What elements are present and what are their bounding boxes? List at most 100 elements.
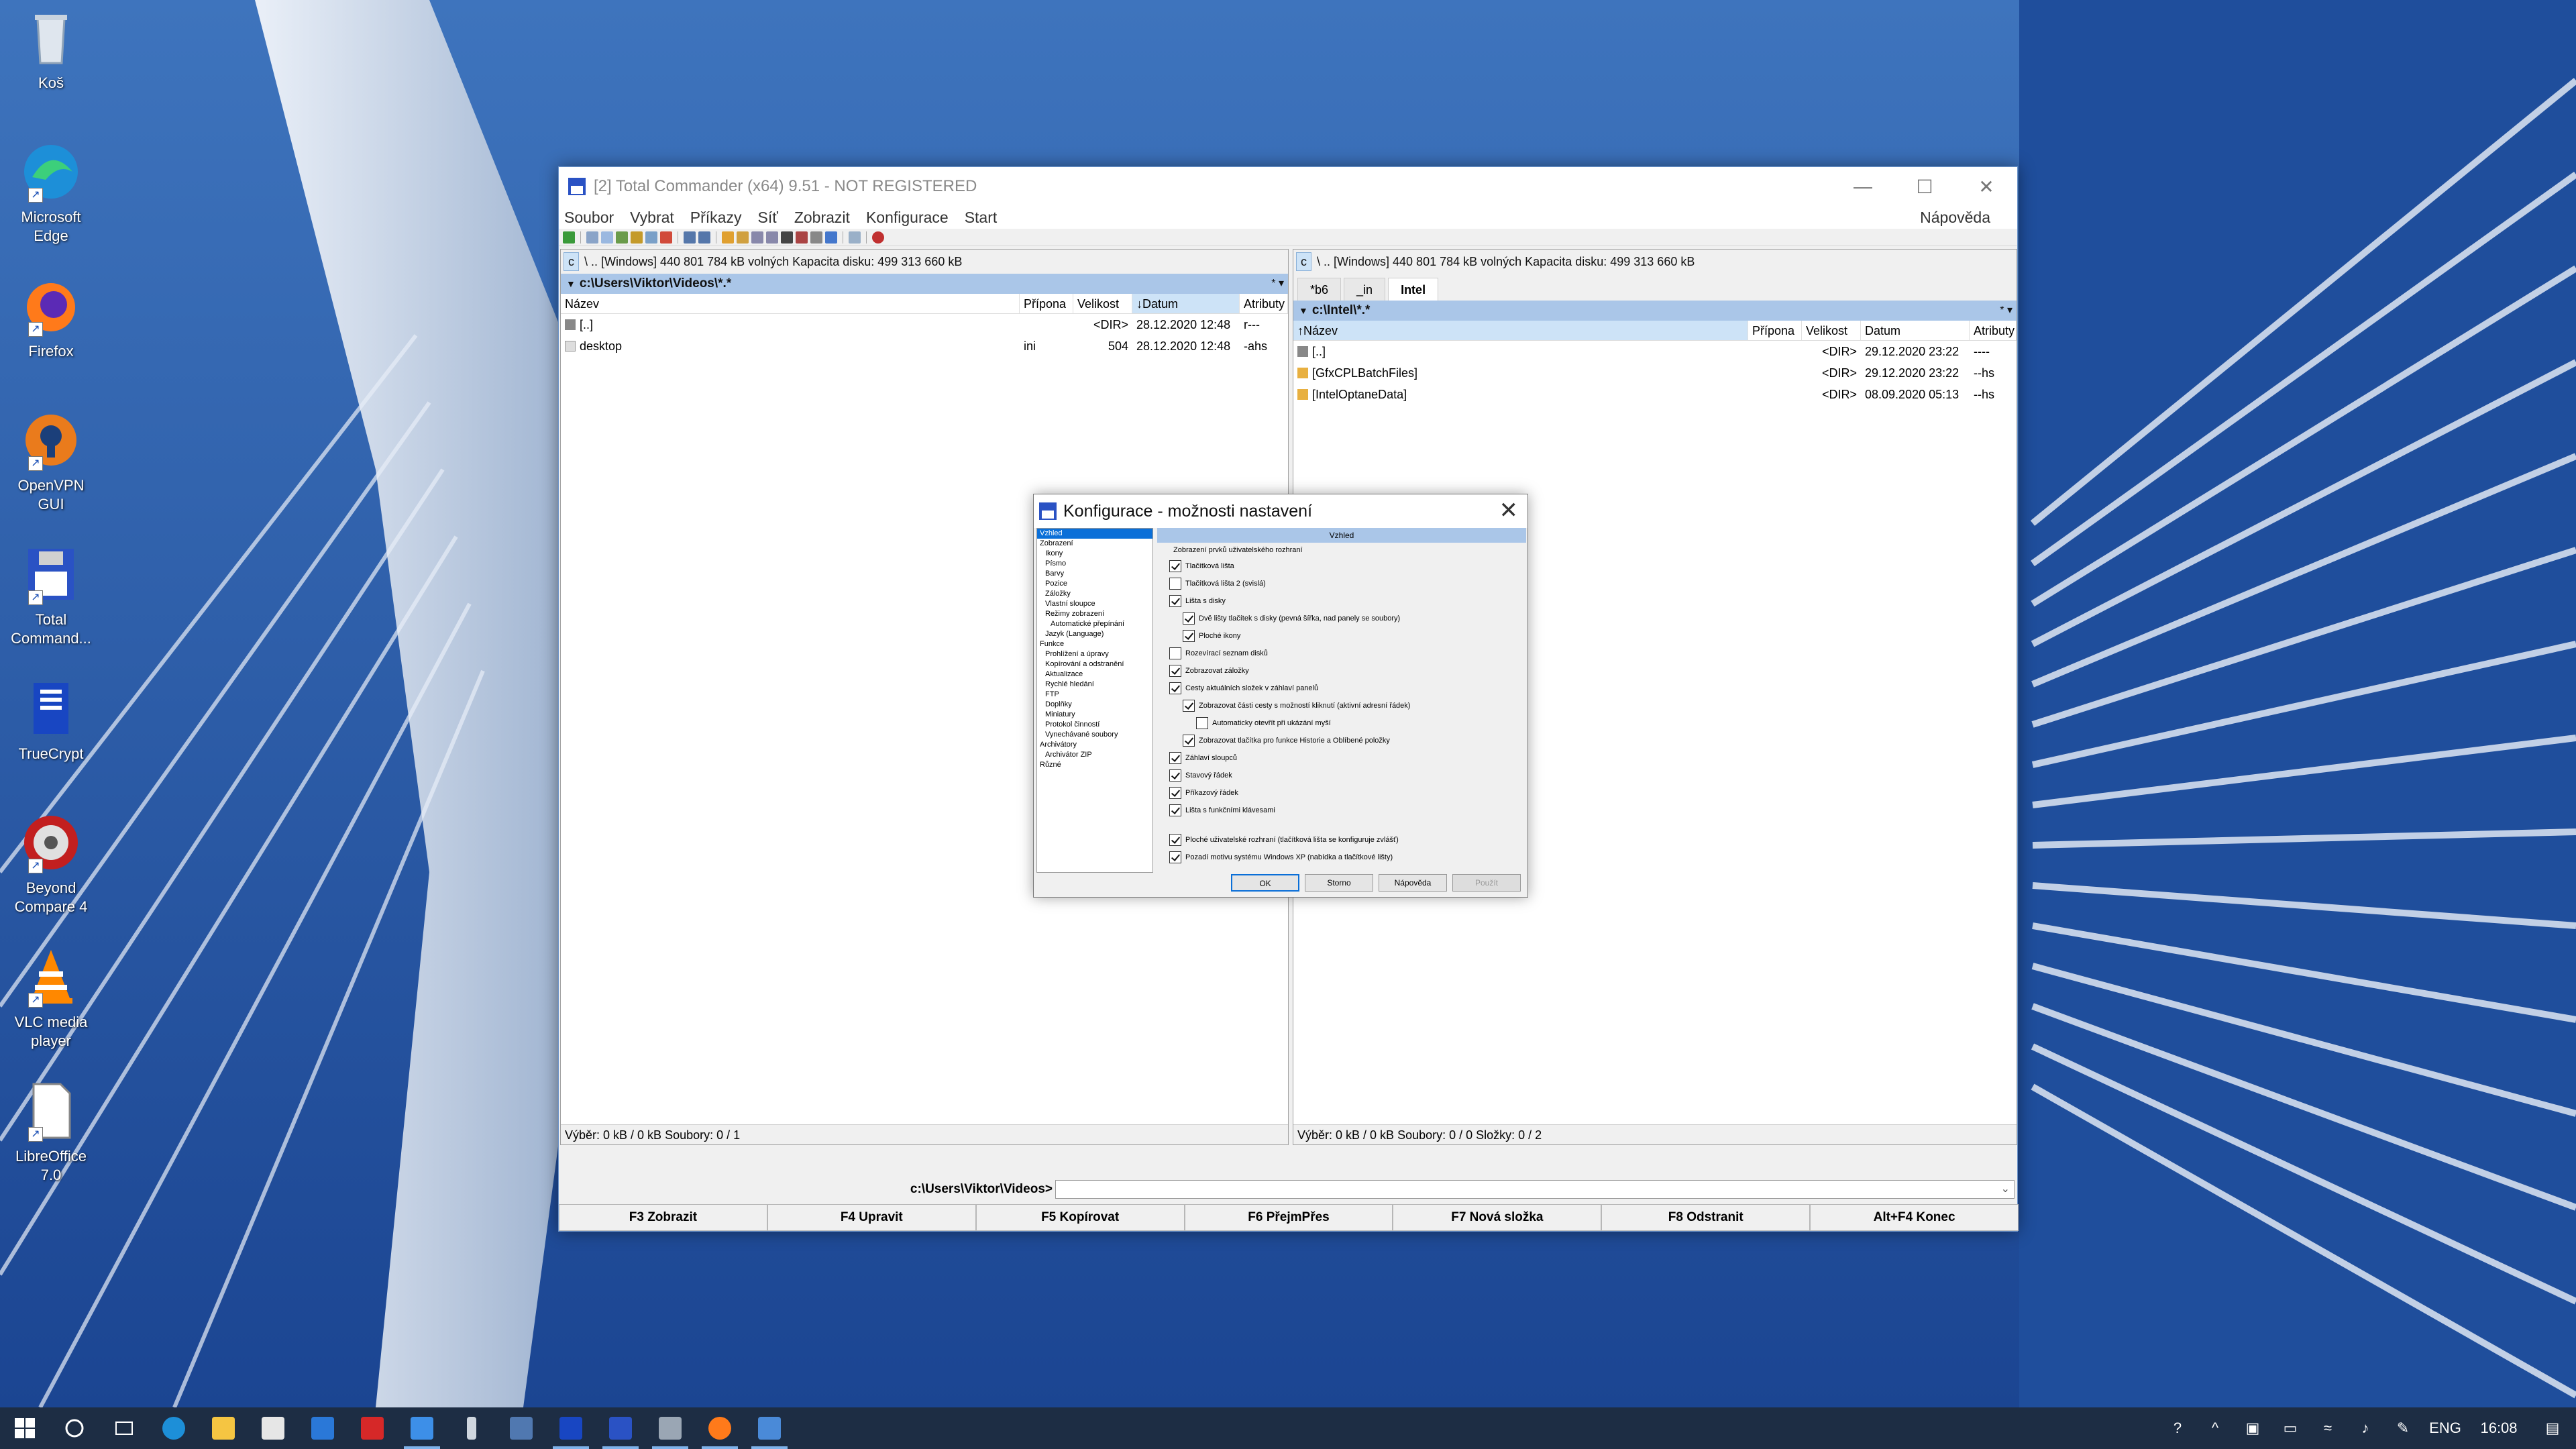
ftp-icon[interactable] [751,231,763,244]
col-date[interactable]: Datum [1861,321,1970,340]
f4-edit-button[interactable]: F4 Upravit [767,1204,976,1231]
file-row[interactable]: [..] <DIR> 28.12.2020 12:48 r--- [561,314,1288,335]
drive-icon[interactable] [645,1407,695,1449]
tree-item[interactable]: Barvy [1037,569,1152,579]
apply-button[interactable]: Použít [1452,874,1521,892]
checkbox[interactable] [1169,752,1181,764]
option-row[interactable]: Tlačítková lišta 2 (svislá) [1157,575,1526,592]
tree-item[interactable]: Automatické přepínání [1037,619,1152,629]
option-row[interactable]: Automaticky otevřít při ukázání myší [1157,714,1526,732]
tree-item[interactable]: Miniatury [1037,710,1152,720]
search-circle-icon[interactable] [50,1407,99,1449]
total-commander-icon[interactable] [596,1407,645,1449]
battery-icon[interactable]: ▭ [2271,1419,2309,1437]
screen-icon[interactable]: ▣ [2234,1419,2271,1437]
tree-item[interactable]: Ikony [1037,549,1152,559]
document-icon[interactable] [745,1407,794,1449]
tab-in[interactable]: _in [1344,278,1386,301]
col-attr[interactable]: Atributy [1970,321,2017,340]
truecrypt-icon[interactable] [546,1407,596,1449]
col-ext[interactable]: Přípona [1748,321,1802,340]
tree-item[interactable]: Aktualizace [1037,669,1152,680]
option-row[interactable]: Příkazový řádek [1157,784,1526,802]
ftp-new-icon[interactable] [766,231,778,244]
col-date[interactable]: ↓Datum [1132,294,1240,313]
tree-view-icon[interactable] [616,231,628,244]
app-red-icon[interactable] [347,1407,397,1449]
pack-icon[interactable] [722,231,734,244]
task-view-icon[interactable] [99,1407,149,1449]
checkbox[interactable] [1169,787,1181,799]
tree-item[interactable]: Kopírování a odstranění [1037,659,1152,669]
pen-icon[interactable]: ✎ [2384,1419,2422,1437]
left-path-bar[interactable]: ▼ c:\Users\Viktor\Videos\*.* * ▾ [561,274,1288,294]
menu-konfigurace[interactable]: Konfigurace [866,209,949,227]
tree-item[interactable]: Vynechávané soubory [1037,730,1152,740]
vm-icon[interactable] [496,1407,546,1449]
left-drive-button[interactable]: c [564,252,579,271]
full-view-icon[interactable] [601,231,613,244]
col-name[interactable]: ↑Název [1293,321,1748,340]
tree-item[interactable]: Archivátory [1037,740,1152,750]
tree-item[interactable]: Režimy zobrazení [1037,609,1152,619]
tree-item[interactable]: Pozice [1037,579,1152,589]
desktop-icon-total-commander[interactable]: ↗ Total Command... [8,542,94,648]
clock[interactable]: 16:08 [2469,1419,2529,1437]
option-row[interactable]: Ploché uživatelské rozhraní (tlačítková … [1157,831,1526,849]
file-row[interactable]: desktop ini 504 28.12.2020 12:48 -ahs [561,335,1288,357]
checkbox[interactable] [1183,735,1195,747]
desktop-icon-edge[interactable]: ↗ Microsoft Edge [8,140,94,246]
menu-napoveda[interactable]: Nápověda [1920,209,1990,227]
multi-rename-icon[interactable] [796,231,808,244]
dialog-close-button[interactable]: ✕ [1499,497,1519,524]
menu-vybrat[interactable]: Vybrat [630,209,674,227]
checkbox[interactable] [1183,700,1195,712]
desktop-icon-firefox[interactable]: ↗ Firefox [8,274,94,361]
notification-icon[interactable]: ▤ [2529,1419,2576,1437]
right-path-bar[interactable]: ▼ c:\Intel\*.* * ▾ [1293,301,2017,321]
menu-zobrazit[interactable]: Zobrazit [794,209,850,227]
option-row[interactable]: Zobrazovat záložky [1157,662,1526,680]
windows-start-icon[interactable] [0,1407,50,1449]
minimize-button[interactable]: — [1832,167,1894,206]
unpack-icon[interactable] [737,231,749,244]
checkbox[interactable] [1169,851,1181,863]
tree-item[interactable]: Písmo [1037,559,1152,569]
thumbnails-icon[interactable] [631,231,643,244]
volume-icon[interactable]: ♪ [2347,1419,2384,1437]
sync-dirs-icon[interactable] [810,231,822,244]
title-bar[interactable]: [2] Total Commander (x64) 9.51 - NOT REG… [559,167,2017,206]
command-input[interactable]: ⌄ [1055,1180,2015,1199]
tree-item[interactable]: Různé [1037,760,1152,770]
desktop-icon-beyond-compare[interactable]: ↗ Beyond Compare 4 [8,810,94,916]
cancel-button[interactable]: Storno [1305,874,1373,892]
desktop-icon-vlc[interactable]: ↗ VLC media player [8,945,94,1051]
checkbox[interactable] [1169,560,1181,572]
f8-delete-button[interactable]: F8 Odstranit [1601,1204,1811,1231]
col-attr[interactable]: Atributy [1240,294,1288,313]
desktop-icon-truecrypt[interactable]: TrueCrypt [8,676,94,763]
option-row[interactable]: Záhlaví sloupců [1157,749,1526,767]
col-ext[interactable]: Přípona [1020,294,1073,313]
edge-icon[interactable] [149,1407,199,1449]
desktop-icon-libreoffice[interactable]: ↗ LibreOffice 7.0 [8,1079,94,1185]
notepad-icon[interactable] [849,231,861,244]
option-row[interactable]: Lišta s disky [1157,592,1526,610]
f6-move-button[interactable]: F6 PřejmPřes [1184,1204,1393,1231]
history-dropdown-icon[interactable]: ▼ [1299,301,1308,321]
ok-button[interactable]: OK [1231,874,1299,892]
checkbox[interactable] [1169,834,1181,846]
desktop-icon-recycle-bin[interactable]: Koš [8,5,94,93]
file-explorer-icon[interactable] [199,1407,248,1449]
option-row[interactable]: Zobrazovat části cesty s možností kliknu… [1157,697,1526,714]
tree-item[interactable]: Protokol činností [1037,720,1152,730]
language-indicator[interactable]: ENG [2422,1419,2469,1437]
dialog-title-bar[interactable]: Konfigurace - možnosti nastavení ✕ [1034,494,1527,528]
tree-item[interactable]: Rychlé hledání [1037,680,1152,690]
right-favorites-button[interactable]: * ▾ [2000,301,2012,321]
tree-item[interactable]: Vzhled [1037,529,1152,539]
option-row[interactable]: Stavový řádek [1157,767,1526,784]
store-icon[interactable] [248,1407,298,1449]
find-files-icon[interactable] [781,231,793,244]
maximize-button[interactable]: ☐ [1894,167,1955,206]
